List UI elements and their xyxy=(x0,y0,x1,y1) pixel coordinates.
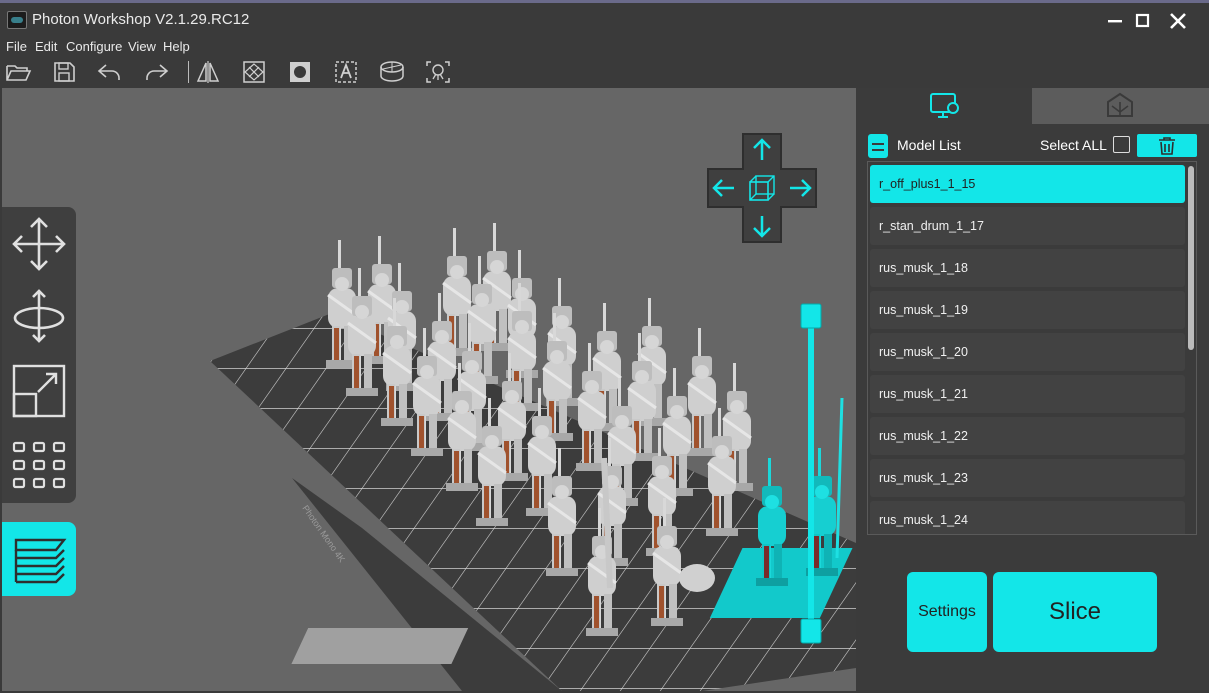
layers-button[interactable] xyxy=(2,522,76,596)
auto-support-icon[interactable] xyxy=(424,59,452,85)
model-list-item[interactable]: rus_musk_1_21 xyxy=(870,375,1185,413)
model-list-scrollbar[interactable] xyxy=(1188,166,1194,350)
model-list-item[interactable]: r_stan_drum_1_17 xyxy=(870,207,1185,245)
redo-icon[interactable] xyxy=(142,59,170,85)
toolbar-separator xyxy=(188,61,189,83)
menu-configure[interactable]: Configure xyxy=(66,39,122,54)
transform-tools-panel xyxy=(2,207,76,503)
save-icon[interactable] xyxy=(50,59,78,85)
toolbar xyxy=(0,57,1209,87)
model-list-item[interactable]: rus_musk_1_24 xyxy=(870,501,1185,534)
layers-icon xyxy=(14,538,67,584)
model-list-item[interactable]: rus_musk_1_20 xyxy=(870,333,1185,371)
text-icon[interactable] xyxy=(332,59,360,85)
model-list-title: Model List xyxy=(897,137,961,153)
close-button[interactable] xyxy=(1163,7,1193,35)
slider-bottom-handle[interactable] xyxy=(800,618,822,644)
trash-icon xyxy=(1159,137,1175,155)
model-list-item[interactable]: rus_musk_1_23 xyxy=(870,459,1185,497)
select-all-label: Select ALL xyxy=(1040,137,1107,153)
undo-icon[interactable] xyxy=(96,59,124,85)
move-icon[interactable] xyxy=(10,215,68,273)
model-list-item[interactable]: rus_musk_1_22 xyxy=(870,417,1185,455)
slice-button[interactable]: Slice xyxy=(993,572,1157,652)
right-panel: Model List Select ALL r_off_plus1_1_15 r… xyxy=(856,88,1209,693)
model-list[interactable]: r_off_plus1_1_15 r_stan_drum_1_17 rus_mu… xyxy=(867,161,1197,535)
supports-icon xyxy=(1107,92,1133,117)
title-bar: Photon Workshop V2.1.29.RC12 xyxy=(0,0,1209,37)
menu-edit[interactable]: Edit xyxy=(35,39,57,54)
model-list-item[interactable]: rus_musk_1_18 xyxy=(870,249,1185,287)
slider-top-handle[interactable] xyxy=(800,303,822,329)
minimize-button[interactable] xyxy=(1100,7,1130,35)
rotate-icon[interactable] xyxy=(10,287,68,345)
window-title: Photon Workshop V2.1.29.RC12 xyxy=(32,11,250,28)
maximize-button[interactable] xyxy=(1128,7,1158,35)
menu-view[interactable]: View xyxy=(128,39,156,54)
menu-help[interactable]: Help xyxy=(163,39,190,54)
document-icon xyxy=(868,134,888,158)
settings-monitor-icon xyxy=(930,93,959,118)
model-list-item[interactable]: rus_musk_1_19 xyxy=(870,291,1185,329)
scale-icon[interactable] xyxy=(10,362,68,420)
hollow-icon[interactable] xyxy=(240,59,268,85)
delete-button[interactable] xyxy=(1137,134,1197,157)
model-list-header: Model List Select ALL xyxy=(866,132,1206,158)
menu-file[interactable]: File xyxy=(6,39,27,54)
punch-hole-icon[interactable] xyxy=(286,59,314,85)
tab-model-settings[interactable] xyxy=(856,88,1032,124)
app-logo-icon xyxy=(7,11,27,29)
open-folder-icon[interactable] xyxy=(4,59,32,85)
settings-button[interactable]: Settings xyxy=(907,572,987,652)
arrange-grid-icon[interactable] xyxy=(10,437,68,495)
menu-bar: File Edit Configure View Help xyxy=(0,37,1209,57)
app-window: Photon Workshop V2.1.29.RC12 File Edit C… xyxy=(0,0,1209,693)
model-list-item[interactable]: r_off_plus1_1_15 xyxy=(870,165,1185,203)
cylinder-icon[interactable] xyxy=(378,59,406,85)
select-all-checkbox[interactable] xyxy=(1113,136,1130,153)
view-navigation-pad[interactable] xyxy=(706,132,818,244)
mirror-icon[interactable] xyxy=(194,59,222,85)
tab-supports[interactable] xyxy=(1032,88,1209,124)
